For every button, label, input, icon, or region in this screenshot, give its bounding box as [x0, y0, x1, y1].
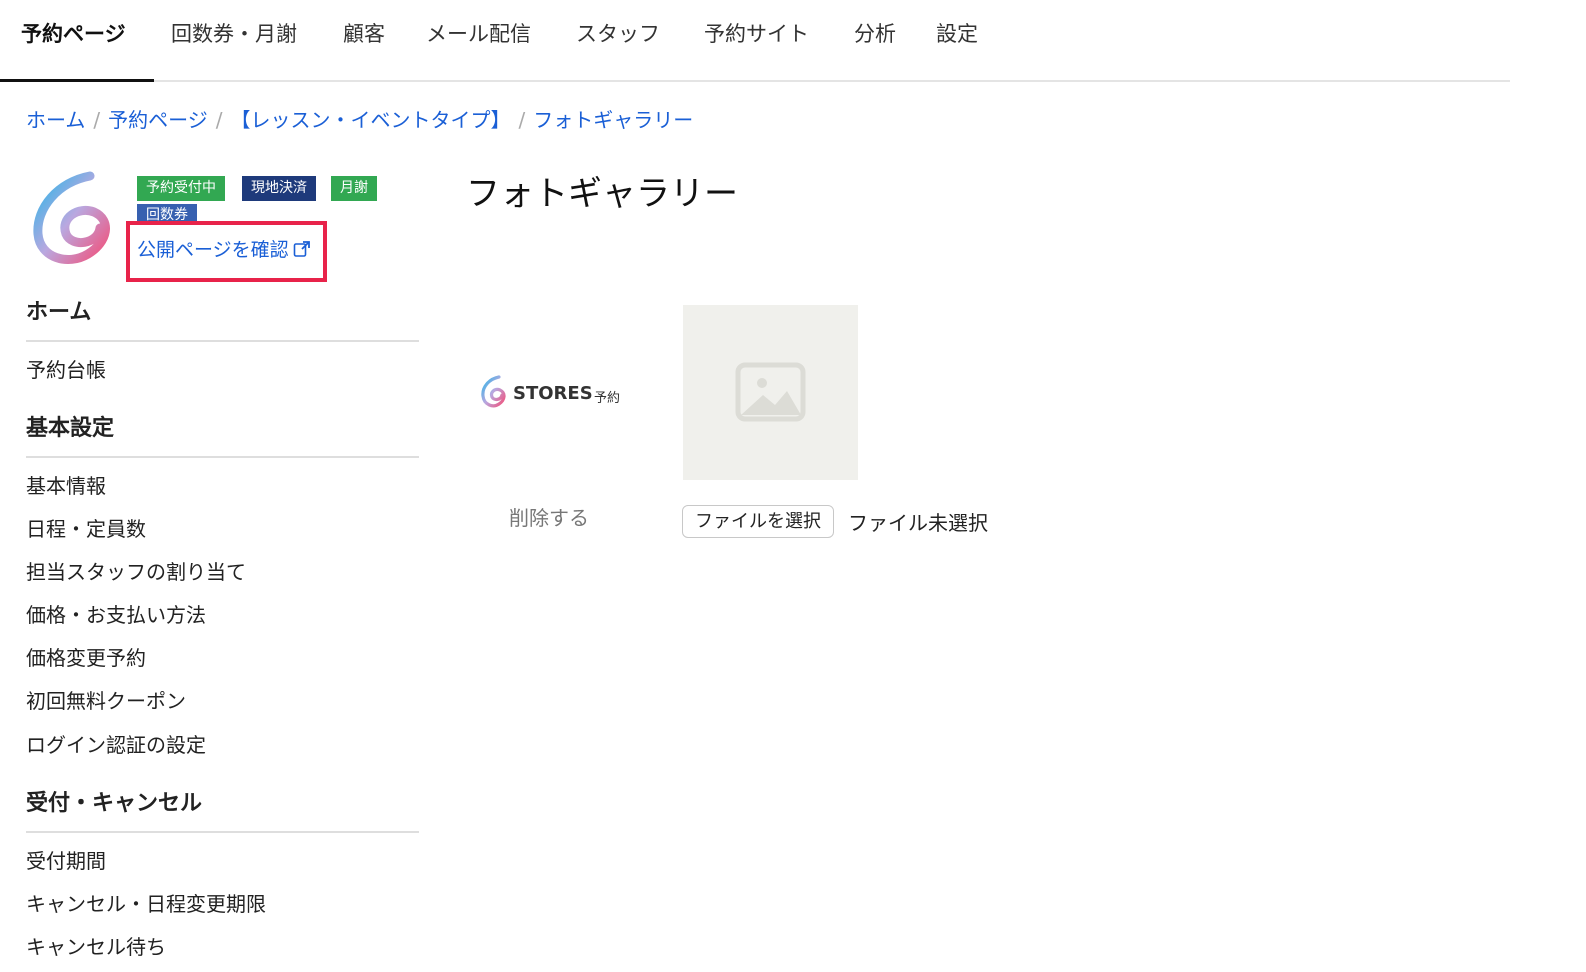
page-title: フォトギャラリー: [466, 174, 738, 214]
sidebar-item-cancel-deadline[interactable]: キャンセル・日程変更期限: [26, 888, 266, 917]
sidebar-item-waitlist[interactable]: キャンセル待ち: [26, 931, 166, 960]
sidebar-heading-basic-settings: 基本設定: [26, 410, 419, 458]
breadcrumb: ホーム / 予約ページ / 【レッスン・イベントタイプ】 / フォトギャラリー: [26, 104, 693, 133]
breadcrumb-reservation-page[interactable]: 予約ページ: [108, 108, 208, 132]
tab-mail-delivery[interactable]: メール配信: [426, 18, 531, 48]
sidebar-item-basic-info[interactable]: 基本情報: [26, 470, 106, 499]
image-placeholder-icon: [735, 362, 806, 422]
tab-staff[interactable]: スタッフ: [576, 18, 660, 48]
view-public-page-link[interactable]: 公開ページを確認: [137, 235, 311, 262]
choose-file-button[interactable]: ファイルを選択: [682, 505, 834, 538]
tab-reservation-site[interactable]: 予約サイト: [704, 18, 809, 48]
breadcrumb-separator: /: [215, 108, 223, 132]
stores-brand-sub: 予約: [594, 391, 621, 406]
status-badge-onsite-payment: 現地決済: [242, 176, 316, 201]
tab-reservation-page[interactable]: 予約ページ: [21, 18, 126, 48]
stores-brand-word: STORES: [513, 383, 593, 404]
delete-image-link[interactable]: 削除する: [509, 502, 589, 531]
breadcrumb-lesson-event-type[interactable]: 【レッスン・イベントタイプ】: [231, 108, 511, 132]
breadcrumb-home[interactable]: ホーム: [26, 108, 85, 132]
sidebar-item-reservation-ledger[interactable]: 予約台帳: [26, 354, 106, 383]
sidebar-item-price-payment[interactable]: 価格・お支払い方法: [26, 599, 206, 628]
sidebar-item-reception-period[interactable]: 受付期間: [26, 845, 106, 874]
breadcrumb-separator: /: [518, 108, 526, 132]
tab-customers[interactable]: 顧客: [343, 18, 385, 48]
status-badge-accepting: 予約受付中: [137, 176, 225, 201]
active-tab-indicator: [0, 79, 154, 82]
status-badge-monthly: 月謝: [331, 176, 377, 201]
tab-tickets-monthly[interactable]: 回数券・月謝: [171, 18, 297, 48]
stores-swirl-logo-icon: [28, 168, 120, 272]
sidebar-item-login-auth[interactable]: ログイン認証の設定: [26, 729, 206, 758]
sidebar-item-free-coupon[interactable]: 初回無料クーポン: [26, 685, 186, 714]
breadcrumb-separator: /: [93, 108, 101, 132]
file-status-text: ファイル未選択: [848, 511, 988, 535]
sidebar-item-staff-assignment[interactable]: 担当スタッフの割り当て: [26, 556, 246, 585]
tab-settings[interactable]: 設定: [936, 18, 978, 48]
image-upload-preview[interactable]: [683, 305, 858, 480]
external-link-icon: [293, 240, 311, 261]
stores-swirl-small-icon: [481, 375, 506, 408]
sidebar-item-schedule-capacity[interactable]: 日程・定員数: [26, 513, 146, 542]
sidebar-item-price-change[interactable]: 価格変更予約: [26, 642, 146, 671]
top-navigation: 予約ページ 回数券・月謝 顧客 メール配信 スタッフ 予約サイト 分析 設定: [0, 0, 1510, 82]
view-public-page-label: 公開ページを確認: [137, 239, 289, 261]
tab-analytics[interactable]: 分析: [854, 18, 896, 48]
status-badge-ticket: 回数券: [137, 204, 197, 222]
breadcrumb-photo-gallery[interactable]: フォトギャラリー: [533, 108, 693, 132]
sidebar-heading-reception-cancel: 受付・キャンセル: [26, 785, 419, 833]
sidebar-heading-home: ホーム: [26, 294, 419, 342]
